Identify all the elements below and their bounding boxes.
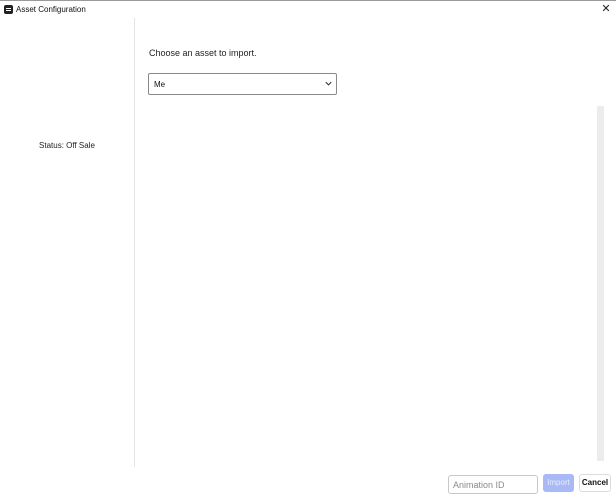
title-bar: Asset Configuration ✕ xyxy=(0,1,616,18)
owner-select[interactable]: Me xyxy=(148,73,337,95)
asset-list-scrollbar[interactable] xyxy=(597,106,604,461)
owner-select-value: Me xyxy=(154,80,166,89)
sidebar: Status: Off Sale xyxy=(0,18,135,467)
asset-configuration-window: Asset Configuration ✕ Status: Off Sale C… xyxy=(0,0,616,500)
chevron-down-icon xyxy=(325,81,332,86)
app-logo-icon xyxy=(4,5,13,14)
close-icon[interactable]: ✕ xyxy=(600,3,612,15)
sale-status-label: Status: Off Sale xyxy=(39,141,95,150)
cancel-button[interactable]: Cancel xyxy=(579,474,611,492)
import-button[interactable]: Import xyxy=(543,474,574,492)
import-prompt: Choose an asset to import. xyxy=(149,48,257,58)
animation-id-input[interactable] xyxy=(448,475,538,494)
window-title: Asset Configuration xyxy=(16,5,86,14)
